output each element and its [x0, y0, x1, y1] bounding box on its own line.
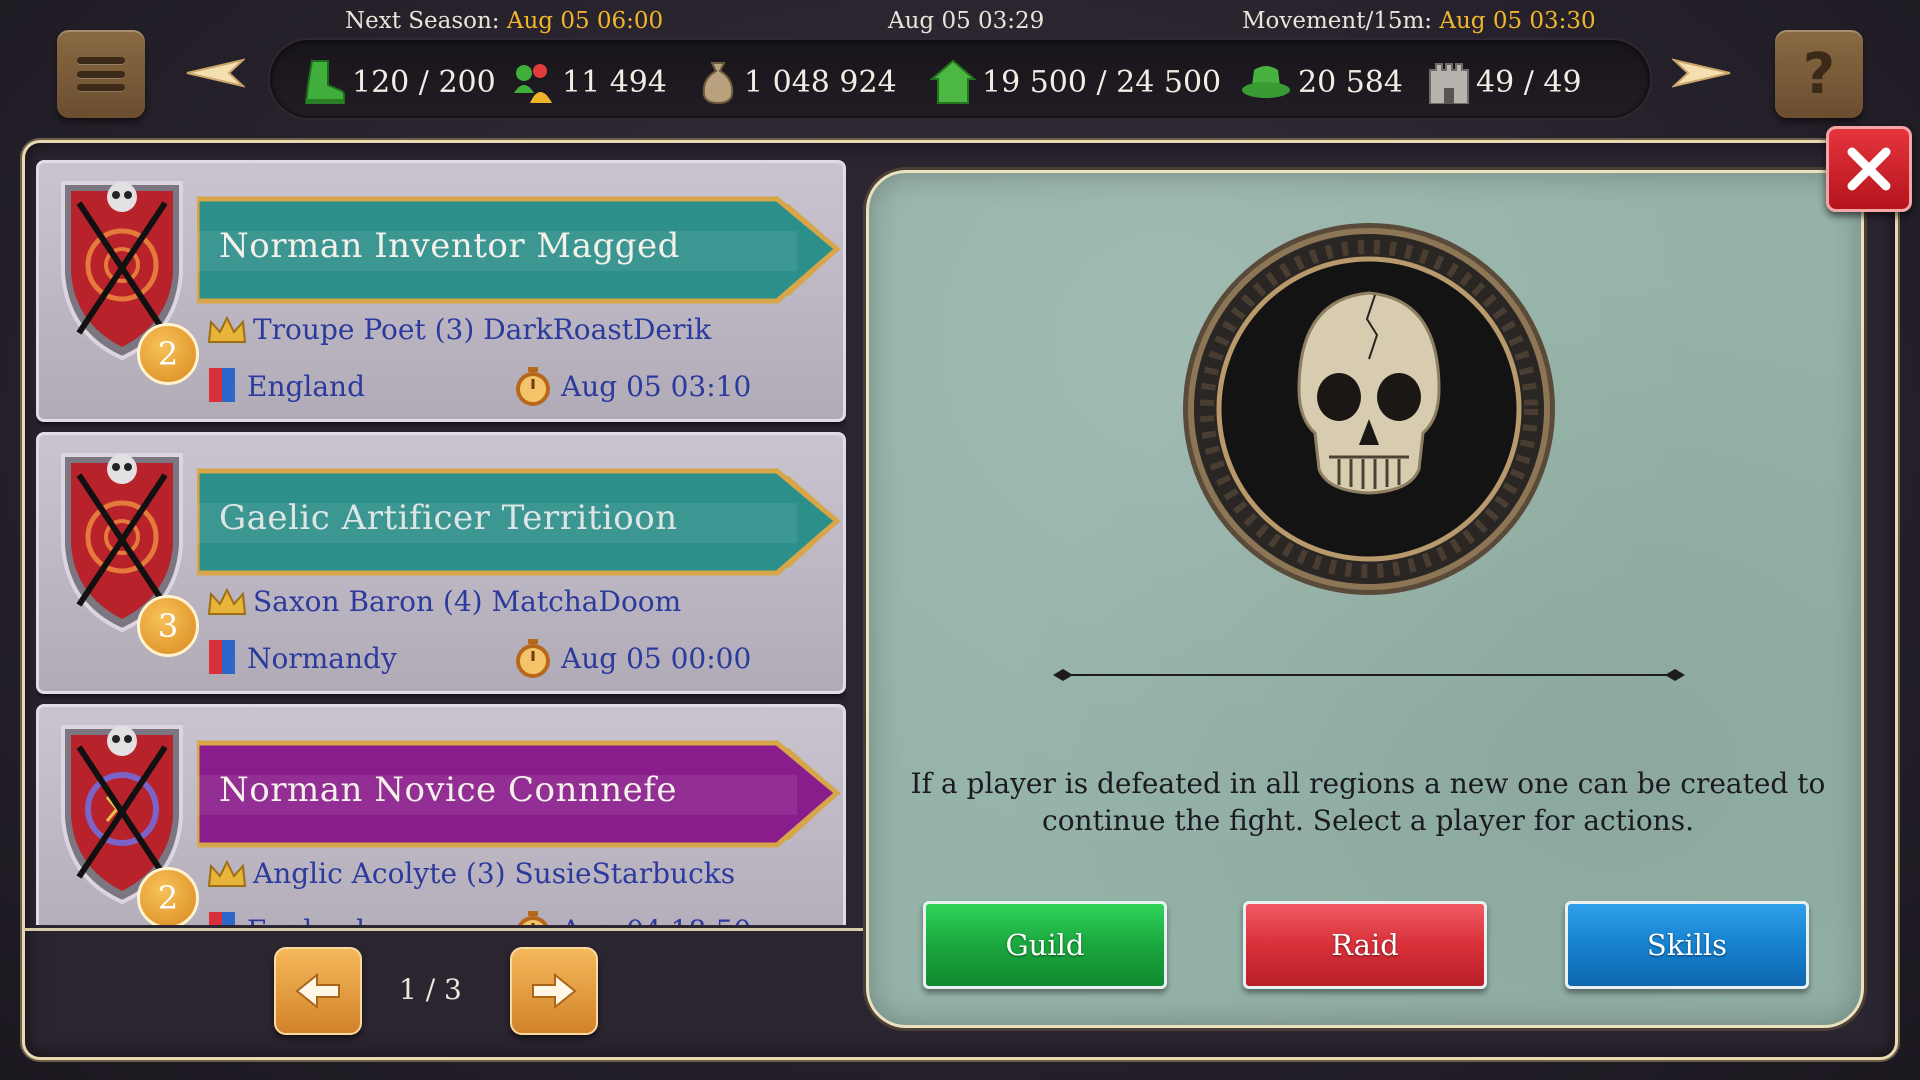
- next-arrow-icon[interactable]: [1672, 56, 1732, 90]
- next-season-label: Next Season:: [345, 8, 500, 34]
- resource-value: 120 / 200: [352, 64, 496, 100]
- player-owner: Anglic Acolyte (3) SusieStarbucks: [207, 857, 735, 890]
- resource-value: 49 / 49: [1476, 64, 1582, 100]
- level-badge: 2: [137, 867, 199, 925]
- level-badge: 3: [137, 595, 199, 657]
- skills-button[interactable]: Skills: [1565, 901, 1809, 989]
- next-season-value: Aug 05 06:00: [506, 8, 664, 34]
- raid-button[interactable]: Raid: [1243, 901, 1487, 989]
- player-time: Aug 04 18:50: [515, 910, 751, 925]
- region-text: England: [247, 914, 365, 926]
- detail-description: If a player is defeated in all regions a…: [910, 767, 1826, 837]
- owner-text: Troupe Poet (3) DarkRoastDerik: [253, 313, 712, 346]
- help-button[interactable]: ?: [1775, 30, 1863, 118]
- resource-value: 11 494: [562, 64, 667, 100]
- resource-gold: 1 048 924: [698, 62, 897, 105]
- previous-arrow-icon[interactable]: [185, 56, 245, 90]
- flag-icon: [209, 640, 235, 674]
- player-card[interactable]: Gaelic Artificer Territioon 3 Saxon Baro…: [36, 432, 846, 694]
- previous-page-button[interactable]: [274, 947, 362, 1035]
- resource-population: 20 584: [1240, 62, 1403, 102]
- arrow-right-icon: [532, 972, 577, 1010]
- page-indicator: 1 / 3: [399, 973, 462, 1006]
- crown-icon: [207, 859, 247, 887]
- current-time: Aug 05 03:29: [888, 8, 1045, 34]
- skull-emblem-icon: [1183, 223, 1555, 595]
- player-region: Normandy: [207, 638, 397, 678]
- movement-value: Aug 05 03:30: [1439, 8, 1596, 34]
- hat-icon: [1242, 66, 1290, 98]
- flag-icon: [209, 912, 235, 925]
- player-list: Norman Inventor Magged 2 Troupe Poet (3)…: [36, 160, 846, 925]
- movement-label: Movement/15m:: [1242, 8, 1433, 34]
- time-text: Aug 04 18:50: [561, 914, 751, 926]
- stopwatch-icon: [516, 639, 550, 678]
- player-name: Gaelic Artificer Territioon: [219, 498, 678, 538]
- pagination: 1 / 3: [24, 928, 864, 1058]
- resource-value: 1 048 924: [744, 64, 897, 100]
- player-card[interactable]: Norman Novice Connnefe 2 Anglic Acolyte …: [36, 704, 846, 925]
- player-owner: Saxon Baron (4) MatchaDoom: [207, 585, 681, 618]
- stopwatch-icon: [518, 911, 548, 925]
- player-name: Norman Inventor Magged: [219, 226, 680, 266]
- house-icon: [930, 59, 976, 104]
- workers-icon: [514, 64, 552, 103]
- menu-button[interactable]: [57, 30, 145, 118]
- money-bag-icon: [702, 62, 734, 105]
- resource-housing: 19 500 / 24 500: [930, 59, 1222, 104]
- crown-icon: [207, 315, 247, 343]
- player-region: England: [207, 910, 365, 925]
- resource-castles: 49 / 49: [1428, 62, 1582, 104]
- resource-movement: 120 / 200: [302, 60, 496, 104]
- resource-bar: 120 / 200 11 494 1 048 924 19 500 / 24 5…: [270, 40, 1650, 118]
- boot-icon: [304, 60, 346, 104]
- stopwatch-icon: [516, 367, 550, 406]
- region-text: England: [247, 369, 366, 403]
- player-card[interactable]: Norman Inventor Magged 2 Troupe Poet (3)…: [36, 160, 846, 422]
- guild-button[interactable]: Guild: [923, 901, 1167, 989]
- resource-value: 19 500 / 24 500: [982, 64, 1222, 100]
- level-badge: 2: [137, 323, 199, 385]
- menu-icon: [77, 57, 125, 91]
- player-time: Aug 05 03:10: [515, 366, 751, 406]
- player-time: Aug 05 00:00: [515, 638, 751, 678]
- ornament-divider: [1053, 669, 1685, 681]
- player-detail-panel: If a player is defeated in all regions a…: [866, 170, 1864, 1028]
- time-text: Aug 05 00:00: [561, 641, 752, 675]
- resource-workers: 11 494: [510, 62, 667, 103]
- player-owner: Troupe Poet (3) DarkRoastDerik: [207, 313, 711, 346]
- castle-icon: [1429, 63, 1469, 104]
- movement-info: Movement/15m: Aug 05 03:30: [1242, 8, 1596, 38]
- arrow-left-icon: [295, 972, 340, 1010]
- time-text: Aug 05 03:10: [561, 369, 752, 403]
- owner-text: Saxon Baron (4) MatchaDoom: [253, 585, 682, 618]
- question-icon: ?: [1802, 41, 1836, 107]
- flag-icon: [209, 368, 235, 402]
- close-button[interactable]: [1826, 126, 1912, 212]
- region-text: Normandy: [247, 641, 397, 675]
- resource-value: 20 584: [1298, 64, 1403, 100]
- crown-icon: [207, 587, 247, 615]
- close-icon: [1847, 147, 1891, 191]
- next-season-info: Next Season: Aug 05 06:00: [345, 8, 663, 38]
- next-page-button[interactable]: [510, 947, 598, 1035]
- player-name: Norman Novice Connnefe: [219, 770, 677, 810]
- player-region: England: [207, 366, 365, 406]
- owner-text: Anglic Acolyte (3) SusieStarbucks: [253, 857, 736, 890]
